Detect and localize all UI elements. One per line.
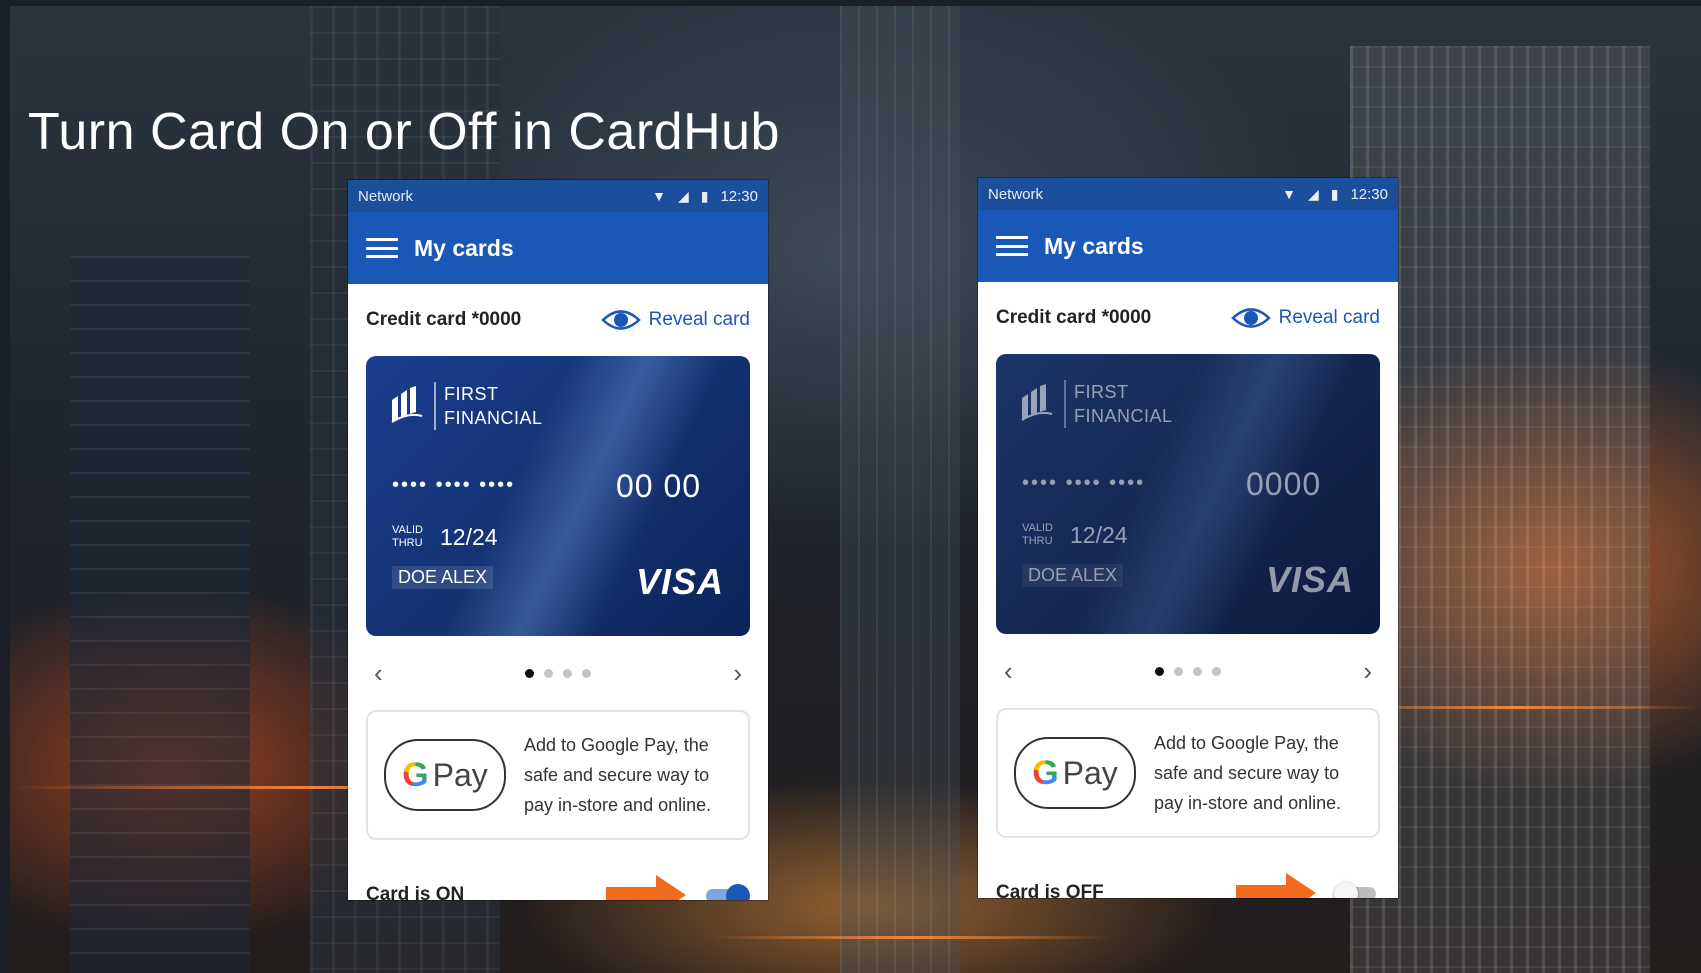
light-streak [710, 936, 1110, 939]
google-pay-description: Add to Google Pay, the safe and secure w… [524, 735, 712, 815]
card-holder-name: DOE ALEX [392, 566, 494, 589]
phone-screen-card-off: Network ▼ ◢ ▮ 12:30 My cards Credit card… [978, 178, 1398, 898]
page-dot[interactable] [1174, 666, 1183, 676]
reveal-card-button[interactable]: Reveal card [1230, 305, 1380, 331]
wifi-icon: ▼ [1282, 186, 1296, 202]
chevron-left-icon[interactable]: ‹ [374, 658, 383, 689]
google-g-icon: G [1032, 753, 1059, 792]
status-bar: Network ▼ ◢ ▮ 12:30 [348, 180, 768, 212]
hamburger-icon[interactable] [996, 236, 1028, 256]
phone-screen-card-on: Network ▼ ◢ ▮ 12:30 My cards Credit card… [348, 180, 768, 900]
google-pay-description: Add to Google Pay, the safe and secure w… [1154, 733, 1342, 813]
page-dot[interactable] [582, 668, 591, 678]
card-expiry: 12/24 [1070, 522, 1128, 548]
credit-card-image[interactable]: FIRST FINANCIAL •••• •••• •••• 00 00 VAL… [366, 356, 750, 636]
card-last-digits: 00 00 [616, 468, 702, 504]
status-time: 12:30 [1350, 185, 1388, 203]
card-state-label: Card is ON [366, 884, 465, 900]
card-state-label: Card is OFF [996, 882, 1104, 898]
reveal-card-label: Reveal card [648, 309, 750, 330]
bank-name: FIRST FINANCIAL [1074, 382, 1173, 426]
battery-icon: ▮ [1330, 185, 1339, 202]
google-pay-promo[interactable]: G Pay Add to Google Pay, the safe and se… [366, 710, 750, 840]
logo-divider [1064, 380, 1066, 428]
card-header: Credit card *0000 Reveal card [348, 284, 768, 356]
app-bar-title: My cards [1044, 232, 1144, 259]
app-bar: My cards [348, 212, 768, 284]
orange-arrow-icon [1236, 873, 1316, 898]
bank-name: FIRST FINANCIAL [444, 384, 543, 428]
credit-card-image[interactable]: FIRST FINANCIAL •••• •••• •••• 0000 VALI… [996, 354, 1380, 634]
google-pay-promo[interactable]: G Pay Add to Google Pay, the safe and se… [996, 708, 1380, 838]
orange-arrow-icon [606, 875, 686, 900]
pay-label: Pay [1062, 754, 1118, 791]
card-state-row: Card is ON [348, 840, 768, 900]
background-building [840, 6, 960, 973]
hamburger-icon[interactable] [366, 238, 398, 258]
card-pager: ‹ › [348, 636, 768, 710]
page-dot[interactable] [1155, 666, 1164, 676]
bank-logo-icon [391, 386, 423, 423]
page-dot[interactable] [525, 668, 534, 678]
status-bar: Network ▼ ◢ ▮ 12:30 [978, 178, 1398, 210]
card-pager: ‹ › [978, 634, 1398, 708]
visa-logo: VISA [1265, 559, 1354, 600]
page-dot[interactable] [1193, 666, 1202, 676]
google-pay-button[interactable]: G Pay [384, 739, 506, 811]
google-g-icon: G [402, 755, 429, 794]
card-state-row: Card is OFF [978, 838, 1398, 898]
network-label: Network [358, 187, 414, 205]
battery-icon: ▮ [700, 187, 709, 204]
reveal-card-label: Reveal card [1278, 307, 1380, 328]
valid-thru-label: VALID THRU [1022, 522, 1053, 547]
signal-icon: ◢ [677, 187, 689, 204]
app-bar-title: My cards [414, 234, 514, 261]
card-header: Credit card *0000 Reveal card [978, 282, 1398, 354]
bank-logo-icon [1021, 384, 1053, 421]
visa-logo: VISA [635, 561, 724, 602]
page-dot[interactable] [563, 668, 572, 678]
page-dots [525, 668, 591, 678]
card-label: Credit card *0000 [366, 309, 522, 330]
valid-thru-label: VALID THRU [392, 524, 423, 549]
wifi-icon: ▼ [652, 188, 666, 204]
slide-title: Turn Card On or Off in CardHub [28, 103, 780, 161]
page-dot[interactable] [1212, 666, 1221, 676]
masked-card-number: •••• •••• •••• [1022, 472, 1146, 494]
card-on-off-toggle[interactable] [706, 883, 750, 900]
google-pay-button[interactable]: G Pay [1014, 737, 1136, 809]
app-bar: My cards [978, 210, 1398, 282]
chevron-left-icon[interactable]: ‹ [1004, 656, 1013, 687]
eye-icon [600, 310, 641, 330]
network-label: Network [988, 185, 1044, 203]
status-time: 12:30 [720, 187, 758, 205]
page-dots [1155, 666, 1221, 676]
pay-label: Pay [432, 756, 488, 793]
card-expiry: 12/24 [440, 524, 498, 550]
background-building [70, 256, 250, 973]
chevron-right-icon[interactable]: › [1363, 656, 1372, 687]
masked-card-number: •••• •••• •••• [392, 474, 516, 496]
chevron-right-icon[interactable]: › [733, 658, 742, 689]
card-last-digits: 0000 [1246, 466, 1322, 502]
card-label: Credit card *0000 [996, 307, 1152, 328]
card-on-off-toggle[interactable] [1334, 881, 1380, 898]
signal-icon: ◢ [1307, 185, 1319, 202]
card-holder-name: DOE ALEX [1022, 564, 1124, 587]
eye-icon [1230, 308, 1271, 328]
page-dot[interactable] [544, 668, 553, 678]
reveal-card-button[interactable]: Reveal card [600, 307, 750, 333]
logo-divider [434, 382, 436, 430]
